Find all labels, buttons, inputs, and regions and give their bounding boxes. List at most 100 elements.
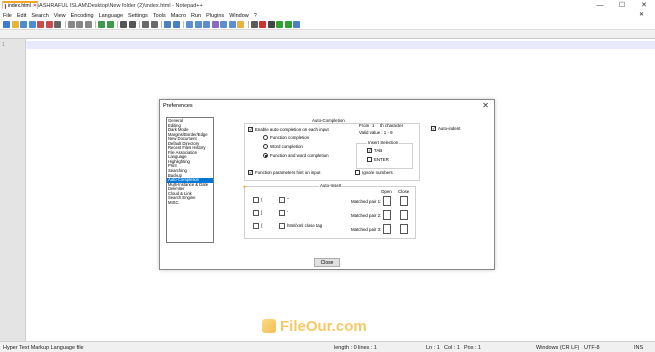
all-chars-icon[interactable] — [194, 21, 202, 28]
menu-edit[interactable]: Edit — [17, 13, 26, 19]
menu-help[interactable]: ? — [254, 13, 257, 19]
tab-bar — [0, 30, 655, 39]
save-macro-icon[interactable] — [293, 21, 300, 28]
word-completion-radio[interactable] — [263, 144, 268, 149]
brace-checkbox[interactable] — [253, 223, 259, 229]
zoom-in-icon[interactable] — [142, 21, 149, 28]
ignore-numbers-checkbox[interactable] — [355, 170, 360, 175]
run-multi-icon[interactable] — [284, 21, 292, 28]
single-quote-label: ' — [287, 210, 288, 215]
wrap-icon[interactable] — [186, 21, 193, 28]
new-icon[interactable] — [3, 21, 10, 28]
indent-guide-icon[interactable] — [203, 21, 210, 28]
function-word-completion-radio[interactable] — [263, 153, 268, 158]
replace-icon[interactable] — [128, 21, 136, 28]
status-length: length : 0 — [334, 345, 357, 351]
open-icon[interactable] — [11, 21, 19, 28]
menu-macro[interactable]: Macro — [171, 13, 186, 19]
doc-map-icon[interactable] — [220, 21, 227, 28]
undo-icon[interactable] — [98, 21, 105, 28]
enable-autocompletion-label: Enable auto-completion on each input — [255, 127, 329, 132]
tab-close-icon[interactable]: ✕ — [33, 3, 37, 9]
toolbar-separator — [247, 21, 249, 28]
pair-2-open-input[interactable] — [383, 210, 391, 220]
play-icon[interactable] — [276, 21, 283, 28]
menu-tools[interactable]: Tools — [153, 13, 166, 19]
stop-icon[interactable] — [267, 21, 275, 28]
function-list-icon[interactable] — [228, 21, 236, 28]
category-item[interactable]: MISC. — [167, 200, 213, 206]
status-col: Col : 1 — [444, 345, 460, 351]
tab-checkbox[interactable]: ✓ — [367, 148, 372, 153]
menu-language[interactable]: Language — [99, 13, 123, 19]
single-quote-checkbox[interactable] — [279, 210, 285, 216]
dialog-close-icon[interactable]: ✕ — [482, 101, 489, 110]
close-document-icon[interactable]: ✕ — [639, 11, 644, 18]
html-close-tag-checkbox[interactable] — [279, 223, 285, 229]
open-column-header: Open — [381, 189, 392, 194]
title-bar: *C:\Users\ASHRAFUL ISLAM\Desktop\New fol… — [0, 0, 655, 11]
toolbar-separator — [117, 21, 118, 28]
status-mode: INS — [634, 345, 644, 351]
autocompletion-group-title: Auto-Completion — [311, 118, 346, 123]
close-button[interactable]: Close — [314, 258, 340, 267]
menu-plugins[interactable]: Plugins — [206, 13, 224, 19]
save-all-icon[interactable] — [28, 21, 36, 28]
udl-icon[interactable] — [211, 21, 219, 28]
double-quote-checkbox[interactable] — [279, 197, 285, 203]
menu-search[interactable]: Search — [31, 13, 48, 19]
insert-selection-group — [356, 143, 413, 169]
paste-icon[interactable] — [84, 21, 92, 28]
print-icon[interactable] — [54, 21, 61, 28]
record-icon[interactable] — [259, 21, 266, 28]
status-pos: Pos : 1 — [464, 345, 482, 351]
cut-icon[interactable] — [67, 21, 75, 28]
pair-1-open-input[interactable] — [383, 196, 391, 206]
line-number: 1 — [2, 42, 5, 48]
maximize-button[interactable]: ☐ — [611, 0, 633, 11]
menu-window[interactable]: Window — [229, 13, 249, 19]
pair-3-close-input[interactable] — [400, 224, 408, 234]
menu-settings[interactable]: Settings — [128, 13, 148, 19]
dialog-title: Preferences — [163, 103, 193, 109]
menu-file[interactable]: File — [3, 13, 12, 19]
tab-index-html[interactable]: index.html ✕ — [2, 1, 38, 9]
enable-autocompletion-checkbox[interactable]: ✓ — [248, 127, 253, 132]
monitor-icon[interactable] — [250, 21, 258, 28]
category-list[interactable]: General Editing Dark Mode Margins/Border… — [166, 117, 214, 243]
function-completion-radio[interactable] — [263, 135, 268, 140]
double-quote-label: " — [287, 197, 289, 202]
zoom-out-icon[interactable] — [150, 21, 158, 28]
matched-pair-2-label: Matched pair 2: — [351, 213, 382, 218]
menu-encoding[interactable]: Encoding — [71, 13, 94, 19]
menu-bar: File Edit Search View Encoding Language … — [0, 11, 655, 20]
auto-indent-checkbox[interactable]: ✓ — [431, 126, 436, 131]
redo-icon[interactable] — [106, 21, 114, 28]
pair-3-open-input[interactable] — [383, 224, 391, 234]
menu-run[interactable]: Run — [191, 13, 201, 19]
bracket-label: [ — [261, 210, 263, 215]
close-all-icon[interactable] — [45, 21, 53, 28]
enter-checkbox[interactable] — [367, 157, 372, 162]
paren-checkbox[interactable] — [253, 197, 259, 203]
close-window-button[interactable]: ✕ — [633, 0, 655, 11]
copy-icon[interactable] — [76, 21, 83, 28]
sync-h-icon[interactable] — [172, 21, 180, 28]
brace-label: { — [261, 223, 263, 228]
from-value-input[interactable]: 1 — [372, 123, 374, 128]
find-icon[interactable] — [120, 21, 127, 28]
minimize-button[interactable]: — — [589, 0, 611, 11]
toolbar — [0, 20, 655, 30]
menu-view[interactable]: View — [54, 13, 66, 19]
html-close-tag-label: html/xml close tag — [287, 223, 323, 228]
pair-1-close-input[interactable] — [400, 196, 408, 206]
save-icon[interactable] — [20, 21, 27, 28]
pair-2-close-input[interactable] — [400, 210, 408, 220]
toolbar-separator — [139, 21, 140, 28]
bracket-checkbox[interactable] — [253, 210, 259, 216]
sync-v-icon[interactable] — [164, 21, 171, 28]
param-hint-checkbox[interactable]: ✓ — [248, 170, 253, 175]
close-icon[interactable] — [37, 21, 44, 28]
status-lines: lines : 1 — [358, 345, 377, 351]
folder-workspace-icon[interactable] — [237, 21, 244, 28]
